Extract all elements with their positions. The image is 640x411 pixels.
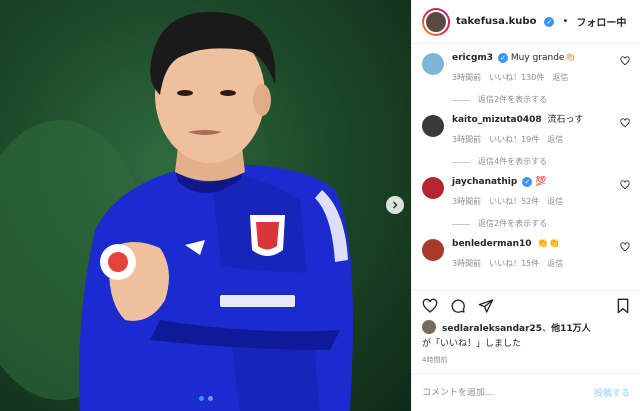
comments-list[interactable]: ericgm3 ✓ Muy grande👏🏻 3時間前 いいね！130件 返信 返… <box>412 44 640 290</box>
view-replies-label: 返信2件を表示する <box>478 95 548 104</box>
reply-button[interactable]: 返信 <box>552 72 568 84</box>
player-photo-illustration <box>0 11 353 411</box>
comment-likes[interactable]: いいね！15件 <box>489 258 539 270</box>
share-icon <box>478 298 494 313</box>
post-header: takefusa.kubo ✓ • フォロー中 <box>412 0 640 44</box>
comment-item: ericgm3 ✓ Muy grande👏🏻 3時間前 いいね！130件 返信 返… <box>422 52 630 106</box>
liker-username[interactable]: sedlaraleksandar25 <box>442 324 542 334</box>
commenter-avatar[interactable] <box>422 239 444 261</box>
like-button[interactable] <box>422 298 438 314</box>
comment-icon <box>451 299 465 313</box>
comment-button[interactable] <box>450 298 466 314</box>
view-replies-button[interactable]: 返信2件を表示する <box>452 218 630 230</box>
reply-button[interactable]: 返信 <box>547 258 563 270</box>
comment-item: kaito_mizuta0408 流石っす 3時間前 いいね！19件 返信 返信… <box>422 114 630 168</box>
comment-time[interactable]: 3時間前 <box>452 196 481 208</box>
carousel-dot-active <box>198 396 204 401</box>
commenter-username[interactable]: ericgm3 <box>452 53 493 63</box>
likes-connector: 、 <box>542 323 552 334</box>
carousel-dot <box>207 396 213 401</box>
post-side-panel: takefusa.kubo ✓ • フォロー中 ericgm3 ✓ Muy gra… <box>411 0 640 411</box>
post-actions-bar <box>412 290 640 320</box>
commenter-username[interactable]: benlederman10 <box>452 239 532 249</box>
view-replies-label: 返信2件を表示する <box>478 219 548 228</box>
comment-item: jaychanathip ✓ 💯 3時間前 いいね！52件 返信 返信2件を表示す… <box>422 176 630 230</box>
commenter-avatar[interactable] <box>422 177 444 199</box>
reply-button[interactable]: 返信 <box>547 196 563 208</box>
comment-heart-icon[interactable] <box>620 180 630 190</box>
commenter-avatar[interactable] <box>422 53 444 75</box>
comment-text: 💯 <box>535 177 547 187</box>
verified-icon: ✓ <box>544 16 555 27</box>
chevron-right-icon <box>393 201 398 209</box>
comment-time[interactable]: 3時間前 <box>452 72 481 84</box>
comment-text: 流石っす <box>547 115 584 125</box>
likes-summary: sedlaraleksandar25、他11万人 <box>412 320 640 334</box>
comment-likes[interactable]: いいね！19件 <box>489 134 539 146</box>
verified-icon: ✓ <box>498 52 509 63</box>
comment-likes[interactable]: いいね！52件 <box>489 196 539 208</box>
comment-heart-icon[interactable] <box>620 242 630 252</box>
post-timestamp[interactable]: 4時間前 <box>412 349 640 373</box>
verified-icon: ✓ <box>522 176 533 187</box>
bookmark-icon <box>617 298 629 313</box>
post-photo[interactable] <box>0 0 411 411</box>
comment-heart-icon[interactable] <box>620 118 630 128</box>
instagram-post: takefusa.kubo ✓ • フォロー中 ericgm3 ✓ Muy gra… <box>0 0 640 411</box>
comment-heart-icon[interactable] <box>620 56 630 66</box>
save-button[interactable] <box>616 298 630 314</box>
likes-suffix: が「いいね！」しました <box>422 339 522 349</box>
comment-likes[interactable]: いいね！130件 <box>489 72 544 84</box>
comment-composer: 投稿する <box>412 373 640 411</box>
commenter-avatar[interactable] <box>422 115 444 137</box>
carousel-indicator <box>0 396 411 401</box>
heart-icon <box>422 298 438 313</box>
next-photo-button[interactable] <box>386 196 404 214</box>
author-username[interactable]: takefusa.kubo <box>456 16 536 27</box>
reply-button[interactable]: 返信 <box>547 134 563 146</box>
share-button[interactable] <box>478 298 494 314</box>
comment-time[interactable]: 3時間前 <box>452 258 481 270</box>
comment-text: 👏👏 <box>537 239 560 249</box>
view-replies-button[interactable]: 返信2件を表示する <box>452 94 630 106</box>
comment-text: Muy grande👏🏻 <box>510 53 576 63</box>
post-comment-button[interactable]: 投稿する <box>594 386 630 399</box>
likes-others[interactable]: 他11万人 <box>551 324 591 334</box>
author-avatar[interactable] <box>422 7 450 36</box>
comment-time[interactable]: 3時間前 <box>452 134 481 146</box>
liker-avatar[interactable] <box>422 320 436 334</box>
comment-item: benlederman10 👏👏 3時間前 いいね！15件 返信 <box>422 238 630 270</box>
commenter-username[interactable]: jaychanathip <box>452 177 517 187</box>
view-replies-label: 返信4件を表示する <box>478 157 548 166</box>
following-button[interactable]: フォロー中 <box>576 14 626 29</box>
commenter-username[interactable]: kaito_mizuta0408 <box>452 115 542 125</box>
header-separator: • <box>562 16 569 27</box>
comment-input[interactable] <box>422 387 594 398</box>
view-replies-button[interactable]: 返信4件を表示する <box>452 156 630 168</box>
